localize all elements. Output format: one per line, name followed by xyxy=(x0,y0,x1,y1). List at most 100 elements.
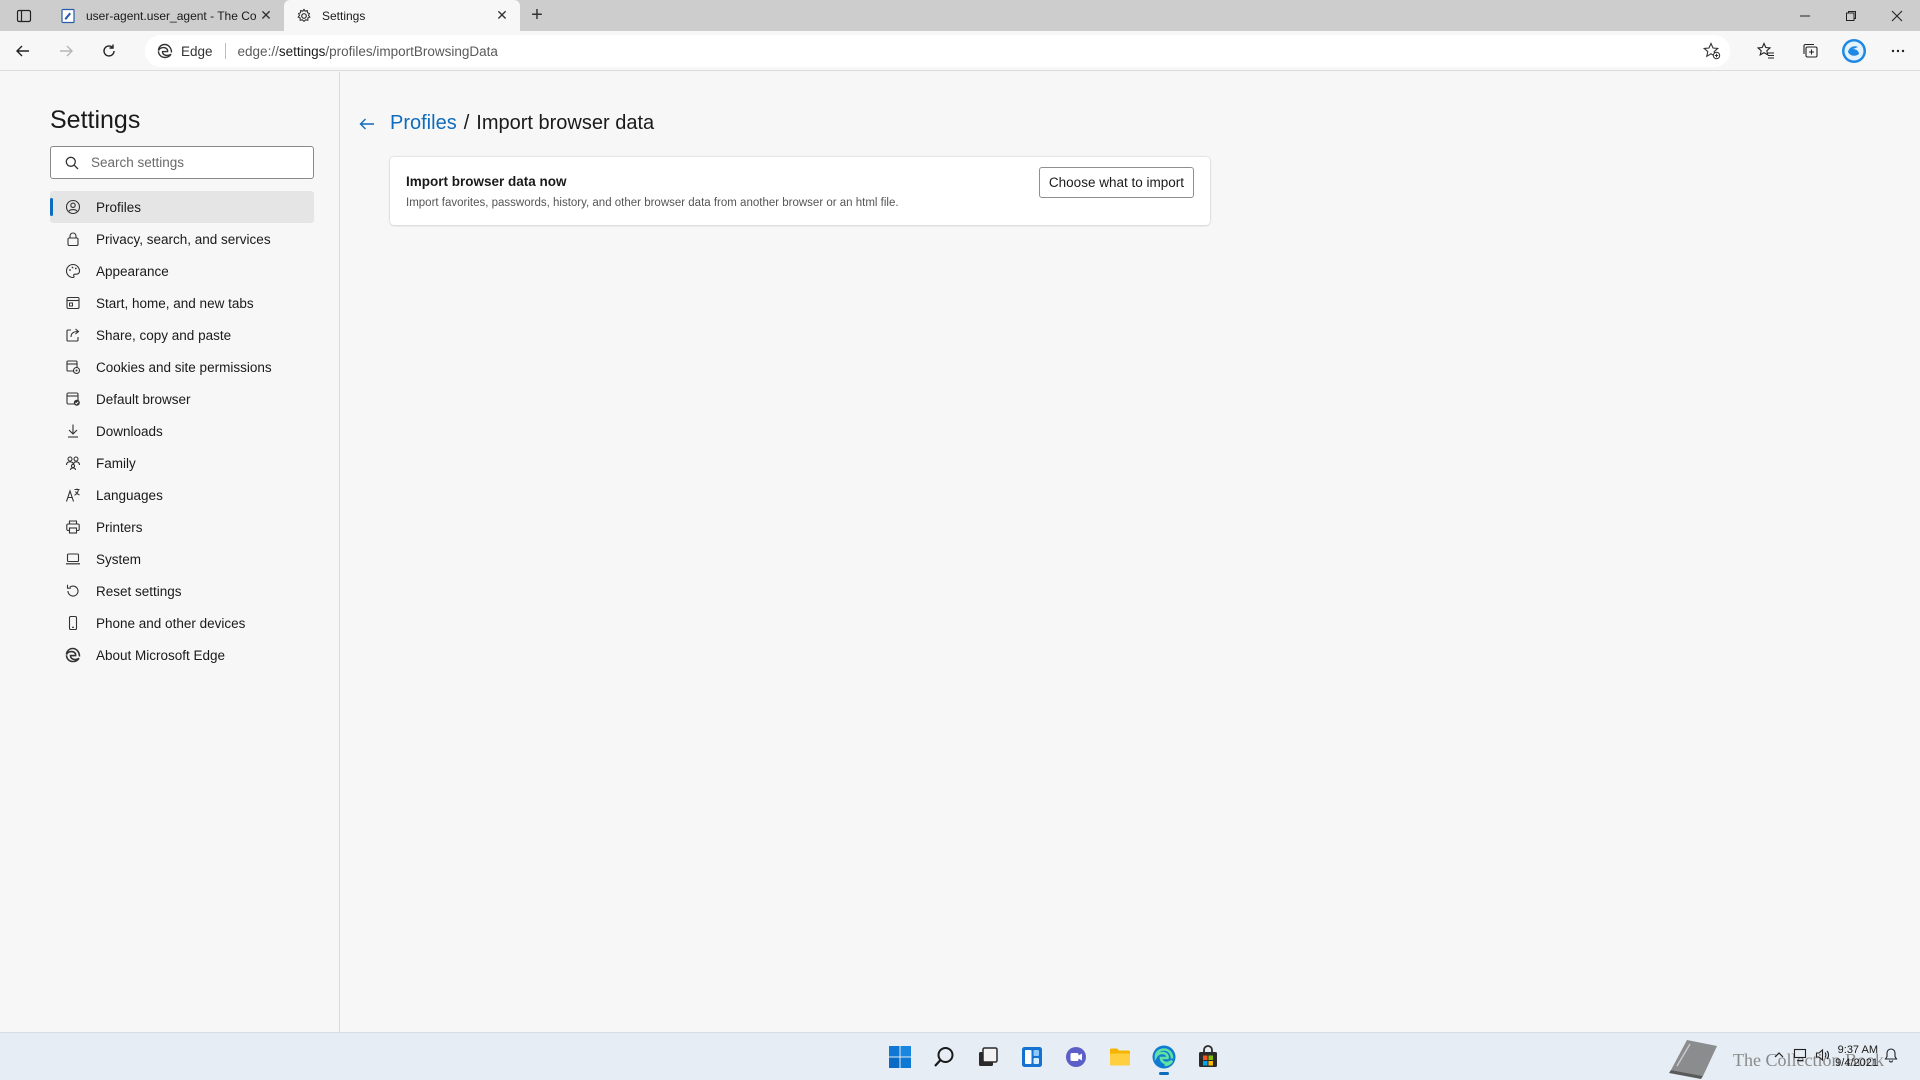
sidebar-item-label: Appearance xyxy=(96,263,169,279)
sidebar-item-label: Share, copy and paste xyxy=(96,327,232,343)
taskbar-apps xyxy=(878,1037,1230,1077)
star-add-icon xyxy=(1703,42,1721,60)
gear-icon xyxy=(296,8,312,24)
settings-more-button[interactable] xyxy=(1876,34,1920,68)
tab-actions-icon xyxy=(16,9,32,22)
sidebar-item-label: Privacy, search, and services xyxy=(96,231,271,247)
chevron-up-icon[interactable] xyxy=(1768,1045,1790,1065)
store-button[interactable] xyxy=(1186,1037,1230,1077)
import-data-card: Import browser data now Import favorites… xyxy=(390,157,1210,225)
tab-settings[interactable]: Settings ✕ xyxy=(284,0,520,31)
sidebar-item-label: Reset settings xyxy=(96,583,182,599)
favorites-button[interactable] xyxy=(1744,34,1788,68)
lock-icon xyxy=(64,230,82,248)
sidebar-item-label: Phone and other devices xyxy=(96,615,246,631)
sidebar-item-label: About Microsoft Edge xyxy=(96,647,226,663)
sidebar-item-profiles[interactable]: Profiles xyxy=(50,191,314,223)
edge-icon xyxy=(1152,1045,1176,1069)
arrow-left-icon xyxy=(16,45,29,56)
tab-collection-book[interactable]: user-agent.user_agent - The Collection B… xyxy=(48,0,284,31)
avatar-icon xyxy=(1842,39,1866,63)
cookies-icon xyxy=(64,358,82,376)
sidebar-item-reset[interactable]: Reset settings xyxy=(50,575,314,607)
address-bar[interactable]: Edge edge://settings/profiles/importBrow… xyxy=(145,35,1730,67)
minimize-icon xyxy=(1800,15,1810,16)
arrow-right-icon xyxy=(60,45,73,56)
sidebar-item-family[interactable]: Family xyxy=(50,447,314,479)
task-view-button[interactable] xyxy=(966,1037,1010,1077)
file-explorer-button[interactable] xyxy=(1098,1037,1142,1077)
sidebar-item-label: Start, home, and new tabs xyxy=(96,295,254,311)
family-icon xyxy=(64,454,82,472)
windows-logo-icon xyxy=(889,1046,911,1068)
refresh-button[interactable] xyxy=(89,34,129,68)
clock-date: 9/4/2021 xyxy=(1835,1057,1878,1069)
search-settings-box[interactable] xyxy=(50,146,314,179)
edge-taskbar-button[interactable] xyxy=(1142,1037,1186,1077)
tab-title: Settings xyxy=(322,8,366,23)
tab-actions-button[interactable] xyxy=(0,0,48,31)
home-tabs-icon xyxy=(64,294,82,312)
sidebar-item-downloads[interactable]: Downloads xyxy=(50,415,314,447)
sidebar-item-label: Profiles xyxy=(96,199,142,215)
languages-icon xyxy=(64,486,82,504)
site-identity[interactable]: Edge xyxy=(157,43,213,59)
widgets-button[interactable] xyxy=(1010,1037,1054,1077)
profile-icon xyxy=(64,198,82,216)
search-taskbar-button[interactable] xyxy=(922,1037,966,1077)
minimize-button[interactable] xyxy=(1782,0,1828,31)
printer-icon xyxy=(64,518,82,536)
profile-button[interactable] xyxy=(1832,34,1876,68)
sidebar-item-appearance[interactable]: Appearance xyxy=(50,255,314,287)
laptop-icon xyxy=(64,550,82,568)
sidebar-item-cookies[interactable]: Cookies and site permissions xyxy=(50,351,314,383)
taskbar: The Collection Book 9:37 AM 9/4/2021 xyxy=(0,1032,1920,1080)
restore-button[interactable] xyxy=(1828,0,1874,31)
browser-toolbar: Edge edge://settings/profiles/importBrow… xyxy=(0,31,1920,71)
sidebar-item-printers[interactable]: Printers xyxy=(50,511,314,543)
toolbar-right xyxy=(1744,31,1920,71)
sidebar-item-label: Printers xyxy=(96,519,143,535)
sidebar-item-default-browser[interactable]: Default browser xyxy=(50,383,314,415)
sidebar-item-system[interactable]: System xyxy=(50,543,314,575)
download-icon xyxy=(64,422,82,440)
folder-icon xyxy=(1110,1048,1130,1066)
settings-sidebar: Settings Profiles Privacy, search, and s… xyxy=(0,72,340,1032)
collections-button[interactable] xyxy=(1788,34,1832,68)
close-tab-icon[interactable]: ✕ xyxy=(256,6,276,26)
forward-button[interactable] xyxy=(46,34,86,68)
refresh-icon xyxy=(103,44,115,57)
close-tab-icon[interactable]: ✕ xyxy=(492,6,512,26)
start-button[interactable] xyxy=(878,1037,922,1077)
sidebar-item-privacy[interactable]: Privacy, search, and services xyxy=(50,223,314,255)
search-settings-input[interactable] xyxy=(91,155,301,170)
clock-time: 9:37 AM xyxy=(1837,1044,1878,1056)
more-icon xyxy=(1891,49,1905,53)
book-logo-icon xyxy=(1669,1040,1717,1079)
phone-icon xyxy=(64,614,82,632)
chat-button[interactable] xyxy=(1054,1037,1098,1077)
page-title: Import browser data xyxy=(476,112,655,134)
new-tab-button[interactable]: + xyxy=(520,0,554,31)
back-button[interactable] xyxy=(3,34,43,68)
sidebar-item-phone[interactable]: Phone and other devices xyxy=(50,607,314,639)
settings-main: Profiles / Import browser data Import br… xyxy=(341,72,1920,1032)
palette-icon xyxy=(64,262,82,280)
settings-nav-list: Profiles Privacy, search, and services A… xyxy=(50,191,314,671)
breadcrumb: Profiles / Import browser data xyxy=(356,112,654,135)
breadcrumb-back-button[interactable] xyxy=(356,113,378,135)
sidebar-item-about[interactable]: About Microsoft Edge xyxy=(50,639,314,671)
sidebar-item-languages[interactable]: Languages xyxy=(50,479,314,511)
network-icon[interactable] xyxy=(1790,1045,1812,1065)
search-icon xyxy=(934,1047,954,1067)
breadcrumb-separator: / xyxy=(463,112,470,134)
sidebar-item-share[interactable]: Share, copy and paste xyxy=(50,319,314,351)
clock[interactable]: 9:37 AM 9/4/2021 xyxy=(1830,1044,1878,1070)
choose-what-to-import-button[interactable]: Choose what to import xyxy=(1038,167,1194,198)
notification-icon[interactable] xyxy=(1884,1047,1898,1068)
sidebar-item-start-home[interactable]: Start, home, and new tabs xyxy=(50,287,314,319)
add-favorite-button[interactable] xyxy=(1702,41,1722,61)
close-window-button[interactable] xyxy=(1874,0,1920,31)
sidebar-item-label: Downloads xyxy=(96,423,163,439)
breadcrumb-profiles-link[interactable]: Profiles xyxy=(390,112,457,135)
